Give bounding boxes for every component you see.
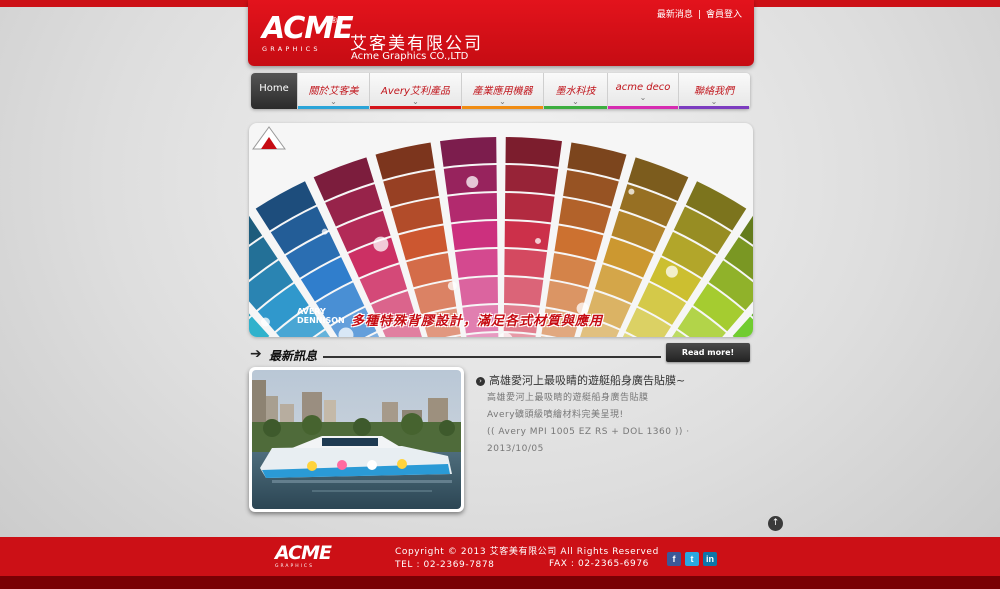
nav-avery-products[interactable]: Avery艾利產品 ⌄ <box>369 73 461 109</box>
nav-industrial-machines[interactable]: 產業應用機器 ⌄ <box>461 73 543 109</box>
copyright-text: Copyright © 2013 艾客美有限公司 All Rights Rese… <box>395 547 659 557</box>
footer-acme-logo: ACME GRAPHICS <box>275 542 332 570</box>
chevron-down-icon: ⌄ <box>499 97 506 106</box>
news-item-body: 高雄愛河上最吸睛的遊艇船身廣告貼膜 Avery礦頭級噴繪材料完美呈現! (( A… <box>487 390 690 458</box>
news-section-header: ➔ 最新訊息 <box>249 346 661 363</box>
nav-home-label: Home <box>259 83 289 94</box>
color-swatch <box>454 249 498 278</box>
color-swatch <box>504 221 551 251</box>
news-heading: 最新訊息 <box>269 349 318 363</box>
twitter-icon[interactable]: t <box>685 552 699 566</box>
avery-dennison-wordmark: AVERY DENNISON <box>297 307 345 325</box>
color-swatch <box>466 333 499 337</box>
arrow-circle-right-icon: › <box>476 377 485 386</box>
light-bokeh-dot <box>535 237 542 244</box>
color-swatch <box>505 137 562 167</box>
nav-about[interactable]: 關於艾客美 ⌄ <box>297 73 369 109</box>
light-bokeh-dot <box>321 228 328 235</box>
avery-wordmark-line2: DENNISON <box>297 316 345 325</box>
color-swatch <box>440 137 497 167</box>
nav-about-label: 關於艾客美 <box>308 86 359 97</box>
nav-contact[interactable]: 聯絡我們 ⌄ <box>678 73 749 109</box>
nav-avery-colorbar <box>370 106 461 109</box>
nav-acme-deco[interactable]: acme deco ⌄ <box>607 73 678 109</box>
color-swatch <box>505 165 559 195</box>
light-bokeh-dot <box>665 265 678 278</box>
arrow-right-icon: ➔ <box>250 346 262 362</box>
chevron-down-icon: ⌄ <box>639 93 647 102</box>
acme-logo[interactable]: ACME GRAPHICS <box>262 11 354 58</box>
nav-machines-label: 產業應用機器 <box>472 86 533 97</box>
main-navigation: Home 關於艾客美 ⌄ Avery艾利產品 ⌄ 產業應用機器 ⌄ 墨水科技 ⌄… <box>251 73 750 109</box>
chevron-down-icon: ⌄ <box>572 97 579 106</box>
top-link-news[interactable]: 最新消息 <box>657 10 693 20</box>
light-bokeh-dot <box>447 281 457 291</box>
nav-home[interactable]: Home <box>251 73 297 109</box>
fax-number: FAX : 02-2365-6976 <box>549 559 649 569</box>
news-item-line: (( Avery MPI 1005 EZ RS + DOL 1360 )) · <box>487 427 690 437</box>
top-link-separator: | <box>697 10 701 20</box>
color-swatch <box>447 193 498 223</box>
top-links: 最新消息 | 會員登入 <box>657 7 742 20</box>
news-photo-frame[interactable] <box>249 367 464 512</box>
color-swatch-fan-image <box>249 137 753 337</box>
color-swatch <box>504 277 544 306</box>
news-item-line: 高雄愛河上最吸睛的遊艇船身廣告貼膜 <box>487 393 649 403</box>
footer-bottom-strip <box>0 576 1000 589</box>
light-bokeh-dot <box>628 188 635 195</box>
chevron-down-icon: ⌄ <box>412 97 419 106</box>
nav-deco-label: acme deco <box>615 82 671 93</box>
light-bokeh-dot <box>466 176 479 189</box>
read-more-button[interactable]: Read more! <box>666 343 750 362</box>
nav-contact-label: 聯絡我們 <box>694 86 734 97</box>
company-name-english: Acme Graphics CO.,LTD <box>351 51 469 62</box>
site-header: ACME GRAPHICS ® 艾客美有限公司 Acme Graphics CO… <box>248 0 754 66</box>
nav-ink-tech[interactable]: 墨水科技 ⌄ <box>543 73 607 109</box>
news-item-title-text: 高雄愛河上最吸睛的遊艇船身廣告貼膜~ <box>489 374 686 387</box>
color-swatch <box>504 249 548 278</box>
news-divider <box>323 356 661 358</box>
color-swatch <box>451 221 498 251</box>
light-bokeh-dot <box>373 236 389 252</box>
news-item-date: 2013/10/05 <box>487 444 544 454</box>
back-to-top-icon[interactable]: ↑ <box>768 516 783 531</box>
nav-machines-colorbar <box>462 106 543 109</box>
boat-photo-image <box>252 370 461 509</box>
facebook-icon[interactable]: f <box>667 552 681 566</box>
top-link-login[interactable]: 會員登入 <box>706 10 742 20</box>
chevron-down-icon: ⌄ <box>710 97 718 106</box>
nav-deco-colorbar <box>608 106 678 109</box>
linkedin-icon[interactable]: in <box>703 552 717 566</box>
light-bokeh-dot <box>260 317 270 327</box>
news-item-title[interactable]: › 高雄愛河上最吸睛的遊艇船身廣告貼膜~ <box>476 372 685 388</box>
footer-logo-wordmark: ACME <box>275 542 332 564</box>
color-swatch <box>504 193 555 223</box>
news-photo-boat <box>252 370 461 509</box>
avery-dennison-logo-icon <box>252 126 286 150</box>
nav-contact-colorbar <box>679 106 749 109</box>
nav-avery-label: Avery艾利產品 <box>381 86 450 97</box>
color-swatch <box>458 277 498 306</box>
nav-about-colorbar <box>298 106 369 109</box>
nav-ink-colorbar <box>544 106 607 109</box>
nav-ink-label: 墨水科技 <box>555 86 596 97</box>
registered-mark: ® <box>330 16 338 25</box>
hero-banner[interactable]: AVERY DENNISON 多種特殊背膠設計，滿足各式材質與應用 <box>249 123 753 337</box>
logo-wordmark: ACME <box>262 11 354 46</box>
chevron-down-icon: ⌄ <box>330 97 337 106</box>
footer-logo-subtitle: GRAPHICS <box>275 564 314 569</box>
social-links: f t in <box>667 552 717 566</box>
logo-subtitle: GRAPHICS <box>262 45 321 53</box>
banner-caption: 多種特殊背膠設計，滿足各式材質與應用 <box>351 314 604 329</box>
news-item-line: Avery礦頭級噴繪材料完美呈現! <box>487 410 624 420</box>
avery-wordmark-line1: AVERY <box>297 307 326 316</box>
